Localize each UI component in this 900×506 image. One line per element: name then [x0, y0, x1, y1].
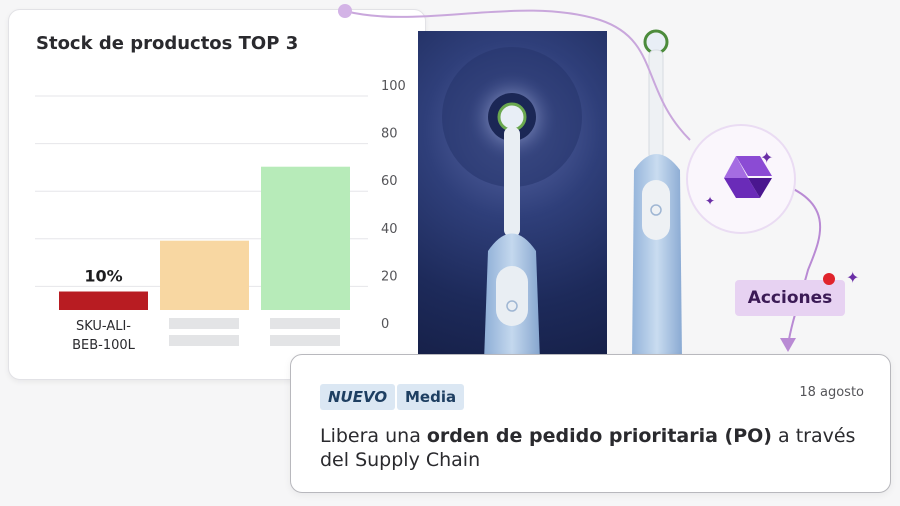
bar: [59, 291, 148, 310]
y-tick-label: 100: [381, 79, 406, 94]
notification-card[interactable]: NUEVO Media 18 agosto Libera una orden d…: [290, 354, 891, 493]
stock-bar-chart: 0 20 40 60 80 100 10% SKU-ALI- BEB-100L: [35, 79, 406, 353]
x-label-placeholder: [270, 318, 340, 329]
sparkle-icon: ✦: [760, 148, 774, 167]
y-tick-label: 80: [381, 127, 398, 142]
y-tick-label: 40: [381, 222, 398, 237]
notification-date: 18 agosto: [799, 385, 864, 400]
x-tick-label: BEB-100L: [72, 338, 136, 353]
automation-logo-container: [686, 124, 796, 234]
x-label-placeholder: [270, 335, 340, 346]
notification-message: Libera una orden de pedido prioritaria (…: [320, 424, 860, 472]
actions-button[interactable]: Acciones: [735, 280, 845, 316]
y-tick-label: 0: [381, 317, 389, 332]
toothbrush-photo-dark: [418, 31, 607, 361]
notification-dot: [823, 273, 835, 285]
tag-priority: Media: [397, 384, 465, 410]
sparkle-icon: ✦: [705, 194, 716, 208]
bar: [261, 166, 350, 310]
x-tick-label: SKU-ALI-: [76, 319, 131, 334]
bar: [160, 240, 249, 310]
x-label-placeholder: [169, 318, 239, 329]
y-tick-label: 60: [381, 174, 398, 189]
bar-data-label: 10%: [84, 267, 122, 286]
sparkle-icon: ✦: [846, 268, 860, 287]
message-bold: orden de pedido prioritaria (PO): [426, 425, 772, 447]
x-label-placeholder: [169, 335, 239, 346]
tag-new: NUEVO: [320, 384, 396, 410]
power-automate-logo-icon: [724, 156, 772, 198]
y-tick-label: 20: [381, 269, 398, 284]
message-pre: Libera una: [320, 425, 427, 447]
